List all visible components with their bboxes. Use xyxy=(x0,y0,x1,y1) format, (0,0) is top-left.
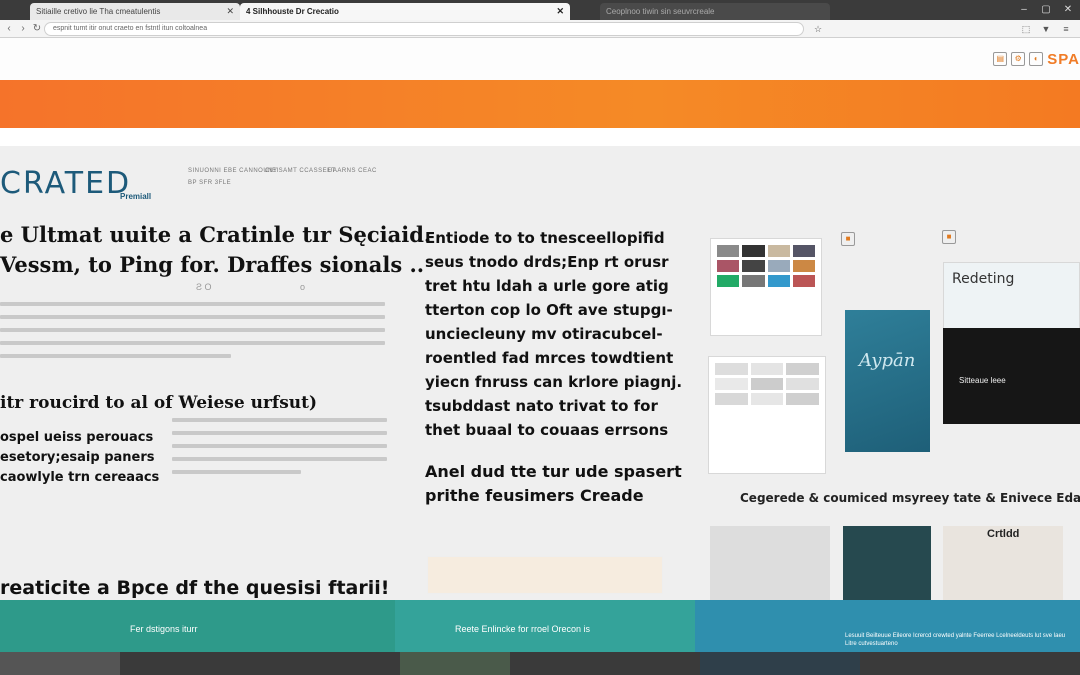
intro-paragraph xyxy=(0,302,385,367)
brand-nav-item[interactable]: UAARNS CEAC xyxy=(328,168,377,174)
page-title-line: Vessm, to Ping for. Draffes sionals .. xyxy=(0,252,425,277)
promo-box[interactable] xyxy=(427,556,663,594)
settings-icon[interactable]: ⚙ xyxy=(1011,52,1026,66)
text-line: Entiode to to tnesceellopifid xyxy=(425,229,665,247)
footer-link[interactable]: Reete Enlincke for rroel Orecon is xyxy=(455,624,590,634)
left-column: e Ultmat uuite a Cratinle tır Sęciaid. V… xyxy=(0,220,432,280)
download-icon[interactable]: ▼ xyxy=(1040,23,1052,35)
main-content: CRATED Premiall SINUONNI EBE CANNOUNY CI… xyxy=(0,146,1080,600)
text-line: prithe feusimers Creade xyxy=(425,486,644,505)
menu-icon[interactable]: ≡ xyxy=(1060,23,1072,35)
site-header: ▤ ⚙ ◐ SPA xyxy=(0,38,1080,80)
dark-preview-panel[interactable]: Sitteaue leee xyxy=(943,328,1080,424)
tab-label: Ceoplnoo tiwin sin seuvrcreale xyxy=(606,7,715,16)
side-paragraph xyxy=(172,418,387,483)
photo-thumbnail[interactable] xyxy=(710,526,830,600)
tab-label: 4 Silhhouste Dr Crecatio xyxy=(246,7,339,16)
brand-nav-item[interactable]: CIEISAMT CCASSEET xyxy=(265,168,336,174)
footer-link[interactable]: Fer dstigons iturr xyxy=(130,624,198,634)
card-title: Redeting xyxy=(952,271,1015,287)
browser-tab-bar: Sitiaille cretivo lie Tha cmeatulentis ✕ … xyxy=(0,0,1080,20)
orange-square-icon: ■ xyxy=(942,230,956,244)
header-logo[interactable]: ▤ ⚙ ◐ SPA xyxy=(993,50,1080,68)
list-item: caowlyle trn cereaacs xyxy=(0,470,160,485)
minimize-icon[interactable]: – xyxy=(1018,4,1030,16)
photo-thumbnail[interactable]: Crtldd xyxy=(943,526,1063,600)
gallery-heading: Cegerede & coumiced msyreey tate & Enive… xyxy=(740,491,1080,505)
footer-segment[interactable]: Reete Enlincke for rroel Orecon is xyxy=(395,600,695,652)
extension-icon[interactable]: ⬚ xyxy=(1020,23,1032,35)
callout-heading: reaticite a Bpce df the quesisi ftarii! xyxy=(0,577,390,599)
caption-chip: ᴏ xyxy=(300,282,306,292)
feature-list: ospel ueiss perouacs esetory;esaip paner… xyxy=(0,428,159,488)
tab-label: Sitiaille cretivo lie Tha cmeatulentis xyxy=(36,7,161,16)
maximize-icon[interactable]: ▢ xyxy=(1040,4,1052,16)
close-window-icon[interactable]: ✕ xyxy=(1062,4,1074,16)
forward-icon[interactable]: › xyxy=(16,22,30,36)
hero-banner xyxy=(0,80,1080,128)
reload-icon[interactable]: ↻ xyxy=(30,22,44,36)
browser-tab-active[interactable]: 4 Silhhouste Dr Crecatio ✕ xyxy=(240,3,570,20)
middle-column: Entiode to to tnesceellopifid seus tnodo… xyxy=(425,226,695,508)
text-line: yiecn fnruss can krlore piagnj. xyxy=(425,373,683,391)
footer-text: Lesuuit Beilteuue Eileore Icrercd crewte… xyxy=(845,633,1066,647)
text-line: thet buaal to couaas errsons xyxy=(425,421,669,439)
photo-thumbnail[interactable] xyxy=(843,526,931,600)
palette-icon[interactable]: ◐ xyxy=(1029,52,1044,66)
footer-bar: Fer dstigons iturr Reete Enlincke for rr… xyxy=(0,600,1080,652)
text-line: Anel dud tte tur ude spasert xyxy=(425,462,682,481)
list-item: ospel ueiss perouacs xyxy=(0,430,154,445)
text-line: seus tnodo drds;Enp rt orusr xyxy=(425,253,669,271)
back-icon[interactable]: ‹ xyxy=(2,22,16,36)
design-sample-tile[interactable]: Aypān xyxy=(845,310,930,452)
panel-text: Sitteaue leee xyxy=(959,376,1006,385)
text-line: roentled fad mrces towdtient xyxy=(425,349,674,367)
brand-tagline: BP SFR 3FLE xyxy=(188,180,232,186)
bottom-strip xyxy=(0,652,1080,675)
page-root: Sitiaille cretivo lie Tha cmeatulentis ✕ … xyxy=(0,0,1080,675)
close-icon[interactable]: ✕ xyxy=(556,3,564,20)
browser-tab[interactable]: Sitiaille cretivo lie Tha cmeatulentis ✕ xyxy=(30,3,240,20)
list-item: esetory;esaip paners xyxy=(0,450,155,465)
footer-segment[interactable]: Fer dstigons iturr xyxy=(0,600,395,652)
text-line: unciecleuny mv otiracubcel- xyxy=(425,325,663,343)
photo-label: Crtldd xyxy=(987,528,1020,540)
brand-logo[interactable]: CRATED xyxy=(0,166,131,201)
browser-tab[interactable]: Ceoplnoo tiwin sin seuvrcreale xyxy=(600,3,830,20)
divider xyxy=(0,128,1080,146)
logo-text: SPA xyxy=(1047,50,1080,68)
text-line: tsubddast nato trivat to for xyxy=(425,397,658,415)
brand-subtitle: Premiall xyxy=(120,192,152,201)
page-title-line: e Ultmat uuite a Cratinle tır Sęciaid. xyxy=(0,222,432,247)
print-icon[interactable]: ▤ xyxy=(993,52,1008,66)
url-field[interactable]: espnit tumt itir onut craeto en fstntl i… xyxy=(44,22,804,36)
text-line: tterton cop lo Oft ave stupgı- xyxy=(425,301,673,319)
middle-subheading: Anel dud tte tur ude spasert prithe feus… xyxy=(425,460,695,508)
close-icon[interactable]: ✕ xyxy=(226,3,234,20)
text-line: tret htu ldah a urle gore atig xyxy=(425,277,669,295)
script-lettering: Aypān xyxy=(859,350,916,371)
address-bar: ‹ › ↻ espnit tumt itir onut craeto en fs… xyxy=(0,20,1080,38)
bookmark-icon[interactable]: ☆ xyxy=(812,23,824,35)
thumbnail-card[interactable] xyxy=(710,238,822,336)
section-subheading: itr roucird to al of Weiese urfsut) xyxy=(0,393,318,413)
footer-segment[interactable]: Lesuuit Beilteuue Eileore Icrercd crewte… xyxy=(695,600,1080,652)
thumbnail-card[interactable] xyxy=(708,356,826,474)
middle-text: Entiode to to tnesceellopifid seus tnodo… xyxy=(425,226,695,442)
caption-chip: Ƨ O xyxy=(196,282,212,292)
orange-square-icon: ■ xyxy=(841,232,855,246)
